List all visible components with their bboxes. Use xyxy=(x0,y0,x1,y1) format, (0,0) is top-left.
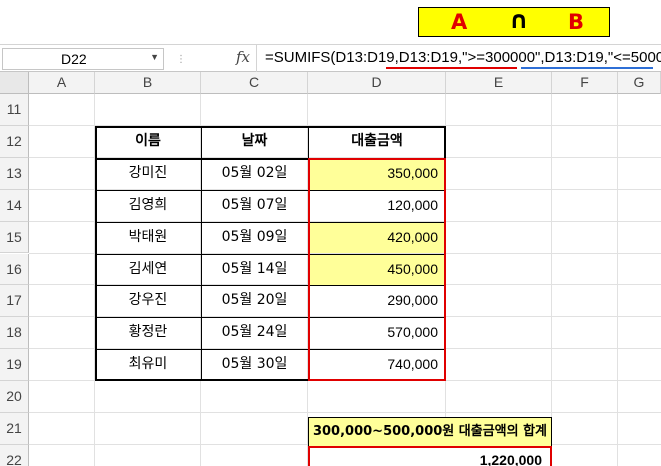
row-header-14[interactable]: 14 xyxy=(0,189,29,222)
date-cell[interactable]: 05월 24일 xyxy=(201,317,308,348)
name-cell[interactable]: 박태원 xyxy=(95,222,201,253)
row-header-20[interactable]: 20 xyxy=(0,381,29,413)
chevron-down-icon[interactable]: ▼ xyxy=(150,52,159,62)
date-cell[interactable]: 05월 30일 xyxy=(201,349,308,380)
row-header-11[interactable]: 11 xyxy=(0,94,29,126)
row-header-17[interactable]: 17 xyxy=(0,285,29,318)
select-all-corner[interactable] xyxy=(0,72,29,94)
summary-total-value: 1,220,000 xyxy=(479,451,542,466)
row-header-12[interactable]: 12 xyxy=(0,125,29,158)
date-cell[interactable]: 05월 09일 xyxy=(201,222,308,253)
gridline-vertical xyxy=(617,94,618,466)
row-header-21[interactable]: 21 xyxy=(0,413,29,445)
name-cell[interactable]: 김영희 xyxy=(95,190,201,221)
intersection-banner: A ∩ B xyxy=(418,7,610,37)
name-cell[interactable]: 김세연 xyxy=(95,254,201,285)
set-a-label: A xyxy=(451,10,468,34)
table-header-cell[interactable]: 대출금액 xyxy=(308,126,446,157)
gridline-horizontal xyxy=(29,412,661,413)
formula-text: =SUMIFS(D13:D19,D13:D19,">=300000",D13:D… xyxy=(265,49,661,66)
name-cell[interactable]: 강우진 xyxy=(95,285,201,316)
summary-total-cell[interactable]: 1,220,000 xyxy=(308,445,552,466)
row-header-18[interactable]: 18 xyxy=(0,317,29,350)
column-header-c[interactable]: C xyxy=(201,72,308,94)
name-cell[interactable]: 강미진 xyxy=(95,158,201,189)
table-header-cell[interactable]: 이름 xyxy=(95,126,201,157)
name-box[interactable]: D22 ▼ xyxy=(2,48,164,70)
row-header-19[interactable]: 19 xyxy=(0,349,29,382)
row-header-15[interactable]: 15 xyxy=(0,221,29,254)
date-cell[interactable]: 05월 07일 xyxy=(201,190,308,221)
summary-label-cell[interactable]: 300,000~500,000원 대출금액의 합계 xyxy=(308,417,552,447)
summary-label: 300,000~500,000원 대출금액의 합계 xyxy=(312,424,548,439)
criteria-b-underline xyxy=(521,67,653,69)
column-header-a[interactable]: A xyxy=(29,72,95,94)
row-header-16[interactable]: 16 xyxy=(0,253,29,286)
insert-function-icon[interactable]: fx xyxy=(236,48,250,66)
name-box-value: D22 xyxy=(61,51,87,67)
row-header-22[interactable]: 22 xyxy=(0,444,29,466)
gridline-vertical xyxy=(551,94,552,466)
name-cell[interactable]: 최유미 xyxy=(95,349,201,380)
date-cell[interactable]: 05월 02일 xyxy=(201,158,308,189)
column-header-d[interactable]: D xyxy=(308,72,446,94)
formula-bar-grip-icon[interactable]: ⋮ xyxy=(176,54,186,65)
date-cell[interactable]: 05월 20일 xyxy=(201,285,308,316)
formula-bar: D22 ▼ ⋮ fx =SUMIFS(D13:D19,D13:D19,">=30… xyxy=(0,44,661,72)
column-header-f[interactable]: F xyxy=(552,72,618,94)
table-header-cell[interactable]: 날짜 xyxy=(201,126,308,157)
formula-input[interactable]: =SUMIFS(D13:D19,D13:D19,">=300000",D13:D… xyxy=(256,45,661,72)
set-b-label: B xyxy=(568,10,585,34)
row-header-13[interactable]: 13 xyxy=(0,157,29,190)
criteria-range-outline xyxy=(308,157,446,382)
intersection-symbol: ∩ xyxy=(509,6,529,34)
name-cell[interactable]: 황정란 xyxy=(95,317,201,348)
column-header-b[interactable]: B xyxy=(95,72,201,94)
column-header-e[interactable]: E xyxy=(446,72,552,94)
criteria-a-underline xyxy=(386,67,517,69)
column-header-g[interactable]: G xyxy=(618,72,661,94)
date-cell[interactable]: 05월 14일 xyxy=(201,254,308,285)
